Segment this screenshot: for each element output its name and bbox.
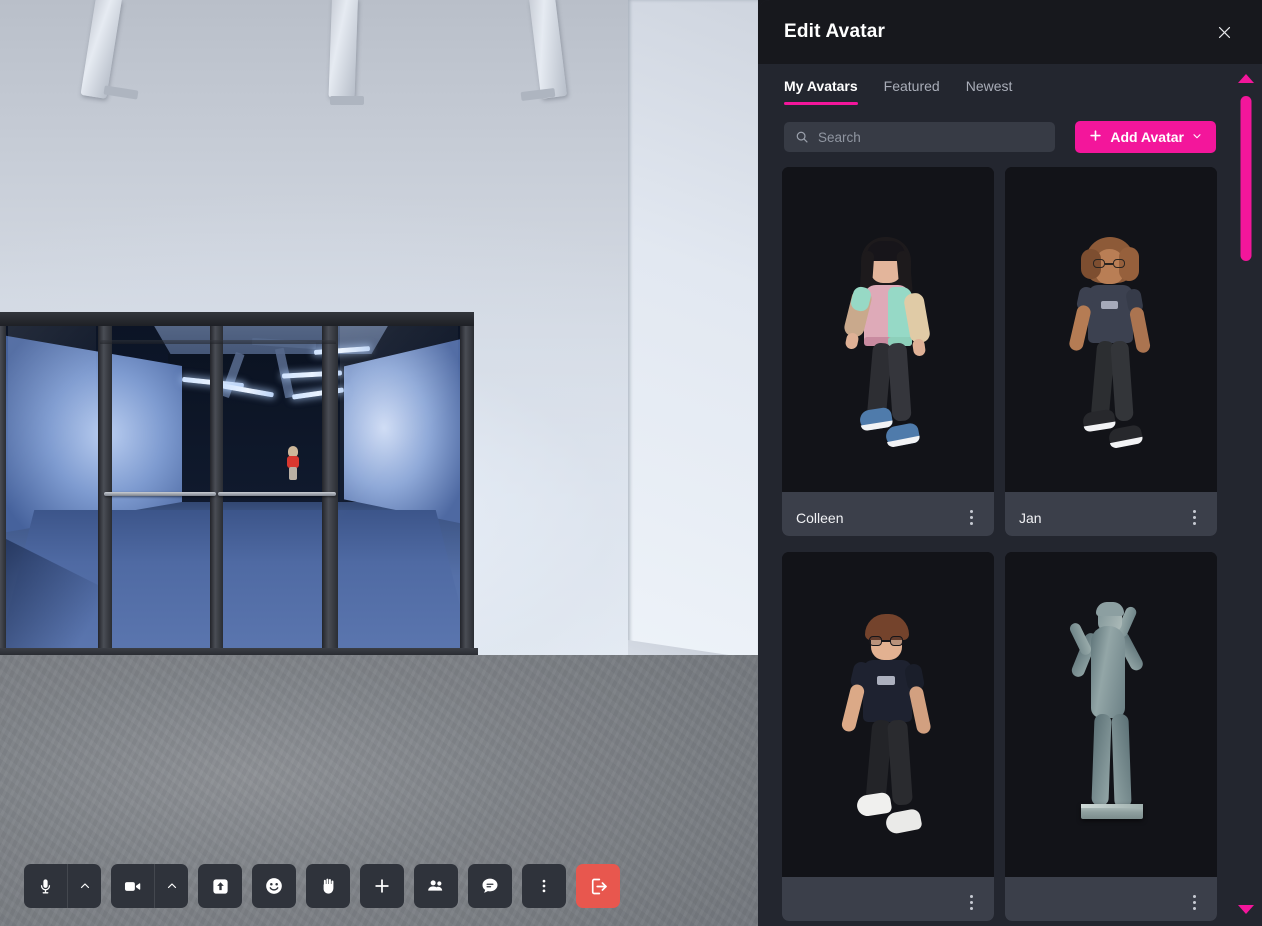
avatar-card-footer	[1005, 877, 1217, 921]
microphone-button[interactable]	[24, 864, 68, 908]
door-frame-post	[322, 312, 338, 660]
chevron-up-icon	[166, 880, 178, 892]
tab-featured[interactable]: Featured	[884, 78, 940, 105]
camera-icon	[123, 877, 142, 896]
share-screen-icon	[211, 877, 230, 896]
avatar-thumbnail[interactable]	[782, 167, 994, 492]
avatar-figure-statue	[1051, 602, 1171, 866]
search-input[interactable]	[818, 129, 1056, 145]
scene-wall-right	[628, 0, 758, 680]
close-icon[interactable]	[1212, 20, 1236, 44]
avatar-name: Colleen	[796, 509, 844, 526]
avatar-card-footer: Jan	[1005, 492, 1217, 536]
microphone-icon	[37, 878, 54, 895]
avatar-thumbnail[interactable]	[1005, 552, 1217, 877]
interior-room-view	[0, 312, 474, 660]
kebab-menu-icon[interactable]	[962, 894, 980, 912]
reactions-button[interactable]	[252, 864, 296, 908]
search-icon	[795, 130, 809, 144]
leave-meeting-button[interactable]	[576, 864, 620, 908]
avatar-card[interactable]	[782, 552, 994, 921]
camera-button[interactable]	[111, 864, 155, 908]
camera-control-group	[111, 864, 188, 908]
avatar-card[interactable]	[1005, 552, 1217, 921]
app-root: Edit Avatar My Avatars Featured Newest S…	[0, 0, 1262, 926]
edit-avatar-panel: Edit Avatar My Avatars Featured Newest S…	[758, 0, 1262, 926]
door-push-bar[interactable]	[104, 492, 216, 496]
scroll-down-arrow-icon[interactable]	[1238, 905, 1254, 914]
plus-icon	[1088, 128, 1103, 146]
chat-button[interactable]	[468, 864, 512, 908]
kebab-menu-icon[interactable]	[1185, 509, 1203, 527]
kebab-menu-icon[interactable]	[962, 509, 980, 527]
avatar-thumbnail[interactable]	[1005, 167, 1217, 492]
chevron-up-icon	[79, 880, 91, 892]
door-frame-post	[460, 312, 474, 660]
avatar-card-footer	[782, 877, 994, 921]
panel-title: Edit Avatar	[784, 21, 886, 42]
microphone-options-button[interactable]	[68, 864, 101, 908]
interior-wall-right	[344, 336, 474, 526]
panel-header: Edit Avatar	[758, 0, 1262, 64]
avatar-figure-colleen	[828, 237, 948, 472]
avatar-card-footer: Colleen	[782, 492, 994, 536]
door-frame-post	[210, 312, 223, 660]
virtual-space-3d-viewport[interactable]	[0, 0, 758, 926]
avatar-figure-male	[828, 614, 948, 859]
add-avatar-label: Add Avatar	[1110, 129, 1184, 145]
interior-far-wall	[168, 354, 374, 502]
raise-hand-button[interactable]	[306, 864, 350, 908]
search-box[interactable]	[784, 122, 1056, 152]
search-and-actions-row: Add Avatar	[758, 112, 1262, 153]
panel-scrollbar[interactable]	[1236, 68, 1256, 920]
meeting-controls-toolbar	[24, 864, 620, 908]
kebab-menu-icon	[535, 877, 553, 895]
ceiling-beam	[328, 0, 358, 99]
scrollbar-thumb[interactable]	[1240, 96, 1252, 261]
kebab-menu-icon[interactable]	[1185, 894, 1203, 912]
panel-body: My Avatars Featured Newest Add Avatar	[758, 64, 1262, 926]
avatar-thumbnail[interactable]	[782, 552, 994, 877]
share-screen-button[interactable]	[198, 864, 242, 908]
avatar-card[interactable]: Colleen	[782, 167, 994, 536]
scroll-up-arrow-icon[interactable]	[1238, 74, 1254, 83]
door-push-bar[interactable]	[218, 492, 336, 496]
ceiling-beam-cap	[330, 96, 364, 105]
participants-button[interactable]	[414, 864, 458, 908]
tab-newest[interactable]: Newest	[966, 78, 1013, 105]
microphone-control-group	[24, 864, 101, 908]
door-transom	[100, 340, 336, 344]
chat-bubble-icon	[480, 876, 500, 896]
add-avatar-button[interactable]: Add Avatar	[1075, 121, 1216, 153]
plus-icon	[372, 876, 392, 896]
avatar-figure-jan	[1051, 237, 1171, 472]
avatar-name: Jan	[1019, 509, 1042, 526]
camera-options-button[interactable]	[155, 864, 188, 908]
door-frame-post	[98, 312, 112, 660]
raised-hand-icon	[319, 877, 338, 896]
exit-door-icon	[588, 876, 609, 897]
remote-avatar-in-scene[interactable]	[286, 446, 300, 480]
more-options-button[interactable]	[522, 864, 566, 908]
chevron-down-icon	[1191, 129, 1203, 145]
door-frame-header	[0, 312, 474, 326]
people-icon	[426, 876, 446, 896]
avatar-grid: Colleen Jan	[758, 153, 1262, 921]
tab-my-avatars[interactable]: My Avatars	[784, 78, 858, 105]
interior-wall-left	[0, 334, 182, 534]
glass-door-storefront	[0, 312, 474, 660]
add-button[interactable]	[360, 864, 404, 908]
avatar-tabs: My Avatars Featured Newest	[758, 64, 1262, 112]
smiley-face-icon	[264, 876, 284, 896]
door-frame-post	[0, 312, 6, 660]
avatar-card[interactable]: Jan	[1005, 167, 1217, 536]
